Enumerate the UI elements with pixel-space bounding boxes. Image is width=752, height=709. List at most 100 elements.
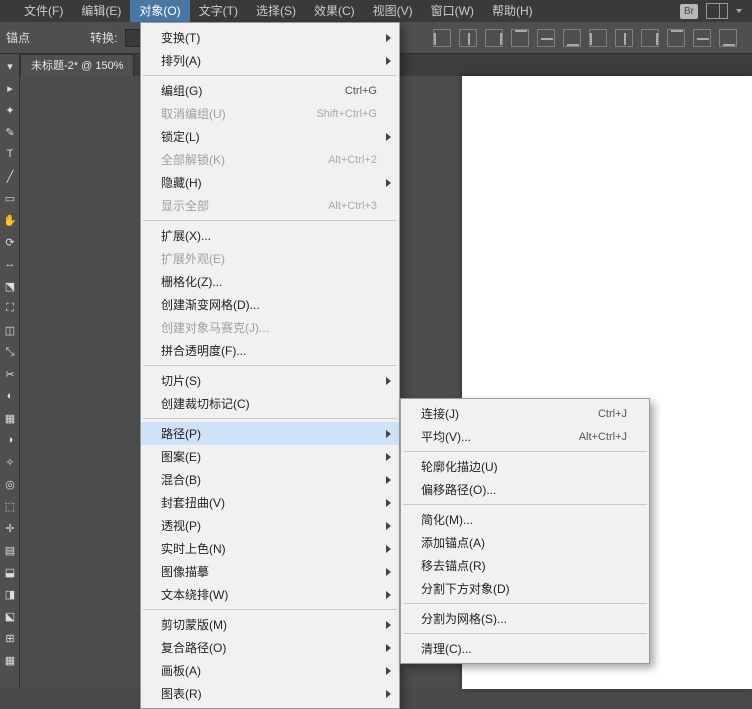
object-menu-item-26[interactable]: 图像描摹	[141, 560, 399, 583]
submenu-arrow-icon	[386, 690, 391, 698]
distribute-v3-icon[interactable]	[719, 29, 737, 47]
document-tab[interactable]: 未标题-2* @ 150%	[20, 54, 134, 76]
object-menu-item-25[interactable]: 实时上色(N)	[141, 537, 399, 560]
tool-13[interactable]: ◫	[1, 320, 19, 340]
object-menu-item-0[interactable]: 变换(T)	[141, 26, 399, 49]
object-menu-separator	[143, 220, 397, 221]
tool-16[interactable]: ◐	[1, 386, 19, 406]
path-submenu-item-9[interactable]: 分割下方对象(D)	[401, 577, 649, 600]
path-submenu: 连接(J)Ctrl+J平均(V)...Alt+Ctrl+J 轮廓化描边(U)偏移路…	[400, 398, 650, 664]
menu-object[interactable]: 对象(O)	[130, 0, 189, 22]
object-menu-item-20[interactable]: 路径(P)	[141, 422, 399, 445]
distribute-h3-icon[interactable]	[641, 29, 659, 47]
distribute-h2-icon[interactable]	[615, 29, 633, 47]
path-submenu-item-4[interactable]: 偏移路径(O)...	[401, 478, 649, 501]
tool-18[interactable]: ◑	[1, 430, 19, 450]
tool-10[interactable]: ↔	[1, 254, 19, 274]
tool-1[interactable]: ▾	[1, 56, 19, 76]
tool-28[interactable]: ▦	[1, 650, 19, 670]
object-menu-item-3[interactable]: 编组(G)Ctrl+G	[141, 79, 399, 102]
tool-5[interactable]: T	[1, 144, 19, 164]
object-menu-item-15[interactable]: 拼合透明度(F)...	[141, 339, 399, 362]
object-menu-item-17[interactable]: 切片(S)	[141, 369, 399, 392]
path-submenu-item-3[interactable]: 轮廓化描边(U)	[401, 455, 649, 478]
object-menu-item-32[interactable]: 图表(R)	[141, 682, 399, 705]
object-menu-item-12[interactable]: 栅格化(Z)...	[141, 270, 399, 293]
submenu-arrow-icon	[386, 522, 391, 530]
object-menu-item-6: 全部解锁(K)Alt+Ctrl+2	[141, 148, 399, 171]
align-hcenter-icon[interactable]	[459, 29, 477, 47]
tool-12[interactable]: ⛶	[1, 298, 19, 318]
object-menu-item-18[interactable]: 创建裁切标记(C)	[141, 392, 399, 415]
menu-file[interactable]: 文件(F)	[15, 0, 72, 22]
menu-item-label: 复合路径(O)	[161, 639, 377, 656]
menu-window[interactable]: 窗口(W)	[422, 0, 483, 22]
align-left-icon[interactable]	[433, 29, 451, 47]
tool-20[interactable]: ◎	[1, 474, 19, 494]
tool-9[interactable]: ⟳	[1, 232, 19, 252]
tool-27[interactable]: ⊞	[1, 628, 19, 648]
menu-item-label: 文本绕排(W)	[161, 586, 377, 603]
object-menu-item-7[interactable]: 隐藏(H)	[141, 171, 399, 194]
menu-help[interactable]: 帮助(H)	[483, 0, 542, 22]
workspace-layout-icon[interactable]	[706, 3, 728, 19]
tool-11[interactable]: ⬔	[1, 276, 19, 296]
object-menu-item-22[interactable]: 混合(B)	[141, 468, 399, 491]
tool-2[interactable]: ▸	[1, 78, 19, 98]
tool-23[interactable]: ▤	[1, 540, 19, 560]
menu-effect[interactable]: 效果(C)	[305, 0, 364, 22]
distribute-v1-icon[interactable]	[667, 29, 685, 47]
path-submenu-item-0[interactable]: 连接(J)Ctrl+J	[401, 402, 649, 425]
path-submenu-item-7[interactable]: 添加锚点(A)	[401, 531, 649, 554]
tool-22[interactable]: ✛	[1, 518, 19, 538]
menu-edit[interactable]: 编辑(E)	[72, 0, 130, 22]
align-bottom-icon[interactable]	[563, 29, 581, 47]
object-menu-item-10[interactable]: 扩展(X)...	[141, 224, 399, 247]
path-submenu-item-13[interactable]: 清理(C)...	[401, 637, 649, 660]
menu-type[interactable]: 文字(T)	[190, 0, 247, 22]
object-menu-item-29[interactable]: 剪切蒙版(M)	[141, 613, 399, 636]
distribute-v2-icon[interactable]	[693, 29, 711, 47]
tool-21[interactable]: ⬚	[1, 496, 19, 516]
workspace-dropdown-icon[interactable]	[736, 9, 742, 13]
tool-3[interactable]: ✦	[1, 100, 19, 120]
align-right-icon[interactable]	[485, 29, 503, 47]
object-menu-item-5[interactable]: 锁定(L)	[141, 125, 399, 148]
submenu-arrow-icon	[386, 133, 391, 141]
tool-6[interactable]: ╱	[1, 166, 19, 186]
align-top-icon[interactable]	[511, 29, 529, 47]
menubar: 文件(F) 编辑(E) 对象(O) 文字(T) 选择(S) 效果(C) 视图(V…	[15, 0, 752, 22]
tool-19[interactable]: ✧	[1, 452, 19, 472]
tool-17[interactable]: ▦	[1, 408, 19, 428]
submenu-arrow-icon	[386, 499, 391, 507]
menu-item-shortcut: Ctrl+J	[598, 408, 627, 420]
menu-item-label: 变换(T)	[161, 29, 377, 46]
path-submenu-item-1[interactable]: 平均(V)...Alt+Ctrl+J	[401, 425, 649, 448]
tool-26[interactable]: ⬕	[1, 606, 19, 626]
object-menu-item-23[interactable]: 封套扭曲(V)	[141, 491, 399, 514]
menu-item-label: 封套扭曲(V)	[161, 494, 377, 511]
tool-25[interactable]: ◨	[1, 584, 19, 604]
tool-4[interactable]: ✎	[1, 122, 19, 142]
object-menu-item-31[interactable]: 画板(A)	[141, 659, 399, 682]
tool-24[interactable]: ⬓	[1, 562, 19, 582]
menu-item-label: 平均(V)...	[421, 428, 549, 445]
path-submenu-item-8[interactable]: 移去锚点(R)	[401, 554, 649, 577]
menu-view[interactable]: 视图(V)	[364, 0, 422, 22]
object-menu-item-21[interactable]: 图案(E)	[141, 445, 399, 468]
menu-select[interactable]: 选择(S)	[247, 0, 305, 22]
tool-14[interactable]: ⤡	[1, 342, 19, 362]
object-menu-item-27[interactable]: 文本绕排(W)	[141, 583, 399, 606]
distribute-h1-icon[interactable]	[589, 29, 607, 47]
path-submenu-item-11[interactable]: 分割为网格(S)...	[401, 607, 649, 630]
tool-15[interactable]: ✂	[1, 364, 19, 384]
bridge-button[interactable]: Br	[680, 4, 698, 19]
align-vcenter-icon[interactable]	[537, 29, 555, 47]
object-menu-item-1[interactable]: 排列(A)	[141, 49, 399, 72]
tool-8[interactable]: ✋	[1, 210, 19, 230]
tool-7[interactable]: ▭	[1, 188, 19, 208]
object-menu-item-24[interactable]: 透视(P)	[141, 514, 399, 537]
path-submenu-item-6[interactable]: 简化(M)...	[401, 508, 649, 531]
object-menu-item-13[interactable]: 创建渐变网格(D)...	[141, 293, 399, 316]
object-menu-item-30[interactable]: 复合路径(O)	[141, 636, 399, 659]
